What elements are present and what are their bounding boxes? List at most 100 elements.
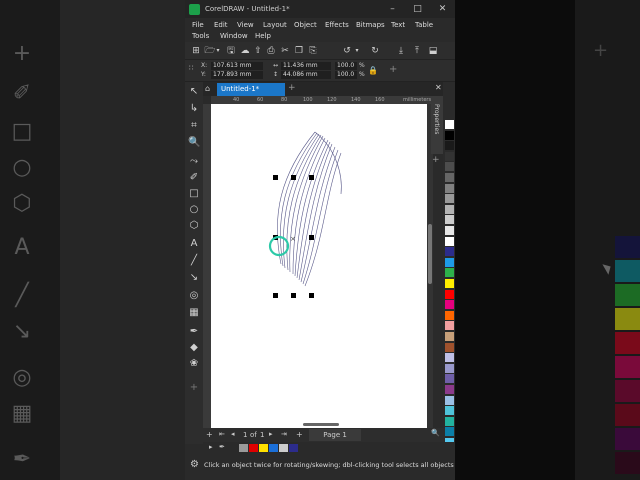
smart-fill-tool-icon[interactable]: ❀: [188, 358, 200, 370]
palette-swatch[interactable]: [445, 332, 454, 341]
properties-docker-tab[interactable]: Properties: [431, 96, 443, 154]
artistic-media-tool-icon[interactable]: ✐: [188, 172, 200, 184]
parallel-dimension-tool-icon[interactable]: ╱: [188, 255, 200, 267]
connector-tool-icon[interactable]: ↘: [188, 272, 200, 284]
menu-bitmaps[interactable]: Bitmaps: [356, 21, 385, 29]
tab-page-1[interactable]: Page 1: [309, 429, 361, 441]
palette-swatch[interactable]: [445, 385, 454, 394]
redo-icon[interactable]: ↻: [369, 45, 381, 57]
document-color-swatch[interactable]: [239, 444, 248, 452]
cut-icon[interactable]: ✂: [279, 45, 291, 57]
palette-swatch[interactable]: [445, 363, 454, 373]
palette-swatch[interactable]: [445, 374, 454, 384]
menu-effects[interactable]: Effects: [325, 21, 349, 29]
palette-swatch[interactable]: [445, 342, 454, 352]
document-color-swatch[interactable]: [289, 444, 298, 452]
next-page-icon[interactable]: ▸: [269, 430, 273, 438]
palette-swatch[interactable]: [445, 279, 454, 288]
palette-swatch[interactable]: [445, 130, 454, 140]
palette-swatch[interactable]: [445, 353, 454, 363]
crop-tool-icon[interactable]: ⌗: [188, 120, 200, 132]
palette-swatch[interactable]: [445, 120, 454, 129]
x-position-field[interactable]: 107.613 mm: [211, 62, 263, 70]
palette-swatch[interactable]: [445, 321, 454, 331]
palette-swatch[interactable]: [445, 416, 454, 426]
text-tool-icon[interactable]: A: [188, 238, 200, 250]
rectangle-tool-icon[interactable]: □: [188, 188, 200, 200]
palette-swatch[interactable]: [445, 162, 454, 172]
vertical-ruler[interactable]: [203, 104, 211, 428]
expand-icon[interactable]: ▸: [209, 443, 213, 451]
close-button[interactable]: ✕: [430, 0, 455, 18]
menu-window[interactable]: Window: [220, 32, 248, 40]
palette-swatch[interactable]: [445, 183, 454, 193]
blend-artwork[interactable]: ×: [211, 104, 427, 428]
add-docker-icon[interactable]: +: [432, 155, 440, 165]
save-icon[interactable]: 🖫: [225, 45, 237, 57]
palette-swatch[interactable]: [445, 204, 454, 214]
palette-swatch[interactable]: [445, 406, 454, 416]
menu-help[interactable]: Help: [255, 32, 271, 40]
vertical-scroll-thumb[interactable]: [428, 224, 432, 284]
scale-y-field[interactable]: 100.0: [335, 71, 357, 79]
transparency-tool-icon[interactable]: ▦: [188, 307, 200, 319]
menu-table[interactable]: Table: [415, 21, 433, 29]
menu-view[interactable]: View: [237, 21, 254, 29]
add-icon[interactable]: +: [389, 64, 397, 75]
import-icon[interactable]: ⤓: [395, 45, 407, 57]
lock-ratio-icon[interactable]: 🔒: [368, 66, 378, 75]
chevron-down-icon[interactable]: ▾: [351, 45, 363, 57]
last-page-icon[interactable]: ⇥: [281, 430, 287, 438]
palette-swatch[interactable]: [445, 427, 454, 437]
palette-swatch[interactable]: [445, 289, 454, 299]
paste-icon[interactable]: ⎘: [307, 45, 319, 57]
eyedropper-icon[interactable]: ✒: [219, 443, 225, 451]
document-color-swatch[interactable]: [279, 444, 288, 452]
polygon-tool-icon[interactable]: ⬡: [188, 220, 200, 232]
palette-swatch[interactable]: [445, 173, 454, 182]
cloud-icon[interactable]: ☁: [239, 45, 251, 57]
horizontal-scroll-thumb[interactable]: [303, 423, 339, 426]
prev-page-icon[interactable]: ◂: [231, 430, 235, 438]
height-field[interactable]: 44.086 mm: [281, 71, 331, 79]
document-color-swatch[interactable]: [249, 444, 258, 452]
palette-swatch[interactable]: [445, 141, 454, 151]
menu-text[interactable]: Text: [391, 21, 405, 29]
palette-swatch[interactable]: [445, 215, 454, 225]
scale-x-field[interactable]: 100.0: [335, 62, 357, 70]
gear-icon[interactable]: ⚙: [190, 459, 199, 470]
palette-swatch[interactable]: [445, 226, 454, 235]
palette-swatch[interactable]: [445, 247, 454, 257]
close-docker-icon[interactable]: ✕: [435, 83, 442, 92]
eyedropper-tool-icon[interactable]: ✒: [188, 326, 200, 338]
menu-edit[interactable]: Edit: [214, 21, 228, 29]
freehand-tool-icon[interactable]: ⤳: [188, 156, 200, 168]
export-icon[interactable]: ⤒: [411, 45, 423, 57]
add-tool-icon[interactable]: +: [188, 382, 200, 394]
print-icon[interactable]: ⎙: [265, 45, 277, 57]
new-document-icon[interactable]: ⊞: [190, 45, 202, 57]
interactive-fill-tool-icon[interactable]: ◆: [188, 342, 200, 354]
shape-tool-icon[interactable]: ↳: [188, 103, 200, 115]
publish-pdf-icon[interactable]: ⬓: [427, 45, 439, 57]
home-icon[interactable]: ⌂: [205, 84, 215, 94]
drawing-page[interactable]: ×: [211, 104, 427, 428]
add-tab-button[interactable]: +: [288, 83, 296, 93]
width-field[interactable]: 11.436 mm: [281, 62, 331, 70]
menu-tools[interactable]: Tools: [192, 32, 209, 40]
palette-swatch[interactable]: [445, 395, 454, 405]
zoom-icon[interactable]: 🔍: [431, 429, 440, 437]
palette-swatch[interactable]: [445, 194, 454, 204]
ellipse-tool-icon[interactable]: ○: [188, 204, 200, 216]
tab-untitled-1[interactable]: Untitled-1*: [217, 83, 285, 96]
add-page-before-icon[interactable]: +: [206, 430, 213, 439]
palette-swatch[interactable]: [445, 257, 454, 267]
pick-tool-icon[interactable]: ↖: [188, 86, 200, 98]
maximize-button[interactable]: □: [405, 0, 430, 18]
horizontal-ruler[interactable]: 40 60 80 100 120 140 160 millimeters: [211, 96, 437, 104]
palette-swatch[interactable]: [445, 300, 454, 310]
y-position-field[interactable]: 177.893 mm: [211, 71, 263, 79]
blend-tool-icon[interactable]: ◎: [188, 290, 200, 302]
document-color-swatch[interactable]: [269, 444, 278, 452]
minimize-button[interactable]: –: [380, 0, 405, 18]
